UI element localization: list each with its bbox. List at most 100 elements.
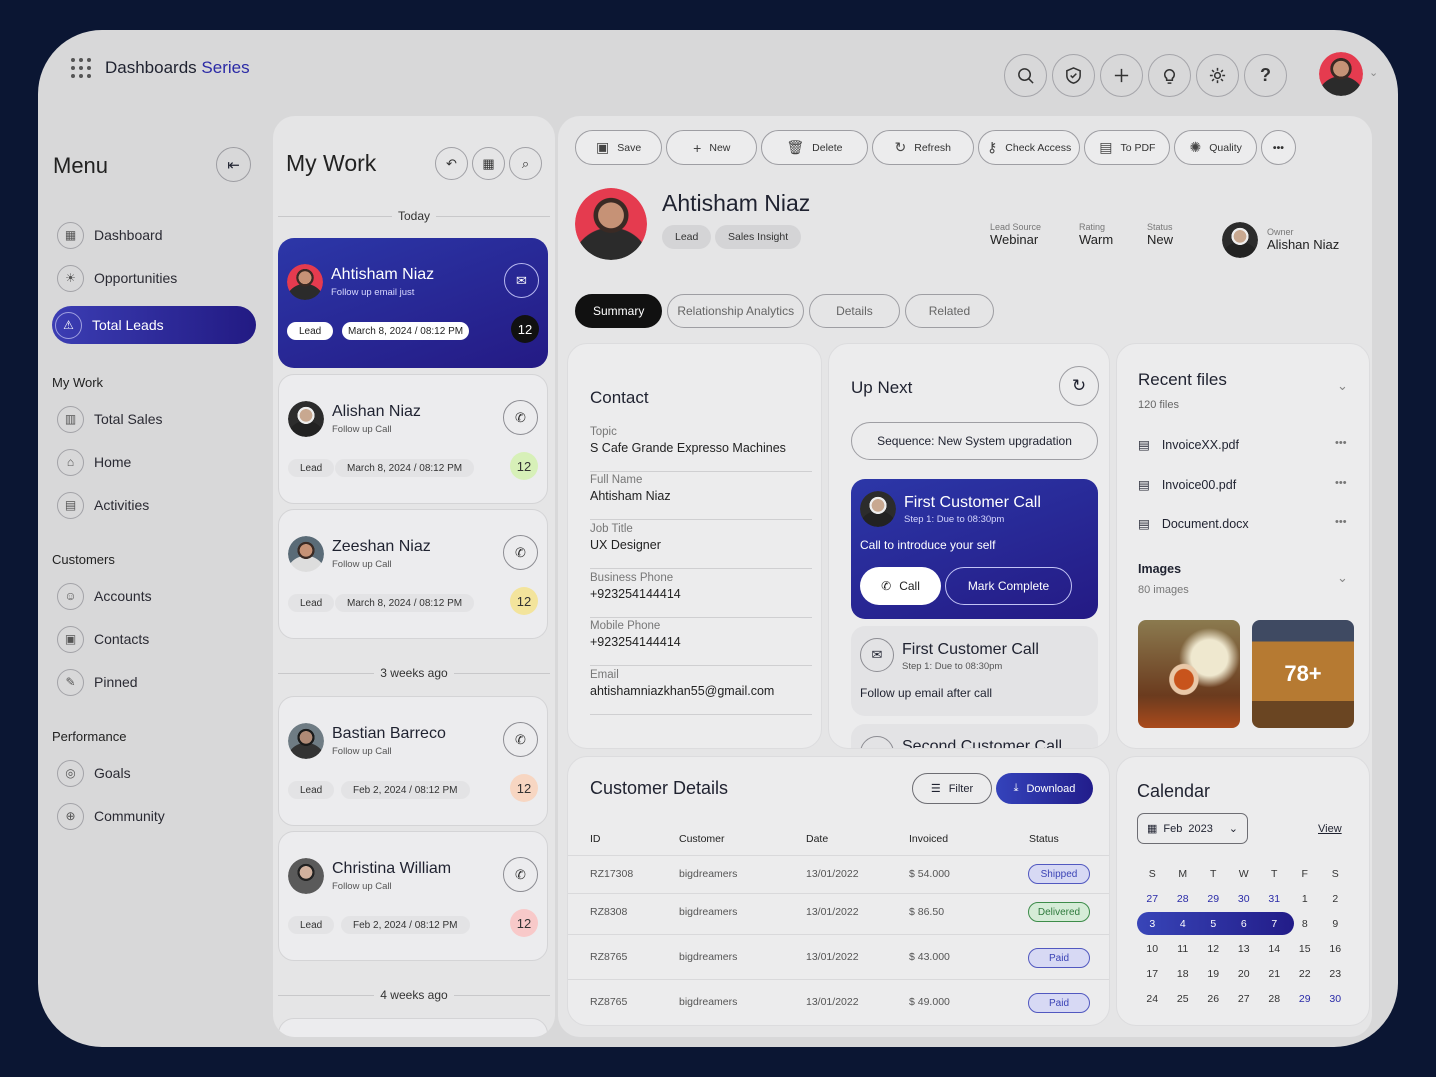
week-row: 27 28 29 30 31 1 2 (1146, 892, 1339, 905)
apps-grid-icon[interactable] (71, 58, 91, 78)
menu-item-home[interactable]: ⌂ Home (54, 444, 254, 480)
image-thumbnail-more[interactable]: 78+ (1252, 620, 1354, 728)
search-icon[interactable]: ⌕ (509, 147, 542, 180)
bulb-icon[interactable] (1148, 54, 1191, 97)
task-title: First Customer Call (902, 641, 1039, 658)
group-label-3-weeks: 3 weeks ago (273, 666, 555, 680)
my-work-actions: ↶ ▦ ⌕ (435, 147, 542, 180)
task-desc: Follow up email after call (860, 686, 993, 700)
menu-section-customers: Customers (52, 552, 115, 567)
filter-button[interactable]: ☰ Filter (912, 773, 992, 804)
menu-item-community[interactable]: ⊕ Community (54, 798, 254, 834)
lead-card-partial[interactable] (278, 1018, 548, 1037)
lead-date: March 8, 2024 / 08:12 PM (335, 459, 475, 477)
chevron-down-icon[interactable]: ⌄ (1369, 66, 1378, 79)
avatar (288, 401, 324, 437)
chart-icon: ▥ (57, 405, 84, 433)
new-button[interactable]: + New (666, 130, 758, 165)
lead-card[interactable]: Zeeshan Niaz Follow up Call ✆ Lead March… (278, 509, 548, 639)
month-select[interactable]: ▦ Feb 2023 ⌄ (1137, 813, 1248, 844)
menu-item-activities[interactable]: ▤ Activities (54, 487, 254, 523)
avatar (287, 264, 323, 300)
tab-relationship-analytics[interactable]: Relationship Analytics (667, 294, 805, 328)
mark-complete-button[interactable]: Mark Complete (945, 567, 1072, 605)
collapse-menu-button[interactable]: ⇤ (216, 147, 251, 182)
call-button[interactable]: ✆ Call (860, 567, 941, 605)
sequence-pill: Sequence: New System upgradation (851, 422, 1098, 460)
file-item[interactable]: ▤ InvoiceXX.pdf (1138, 437, 1239, 453)
up-next-task: ✉ First Customer Call Step 1: Due to 08:… (851, 626, 1098, 716)
help-icon[interactable]: ? (1244, 54, 1287, 97)
avatar (288, 536, 324, 572)
lead-card[interactable]: Alishan Niaz Follow up Call ✆ Lead March… (278, 374, 548, 504)
dashboard-frame: Dashboards Series ? ⌄ Menu ⇤ ▦ Dashboard … (38, 30, 1398, 1047)
gear-icon[interactable] (1196, 54, 1239, 97)
up-next-title: Up Next (851, 378, 913, 397)
phone-icon[interactable]: ✆ (503, 722, 538, 757)
phone-icon[interactable]: ✆ (503, 535, 538, 570)
shield-icon[interactable] (1052, 54, 1095, 97)
table-row[interactable]: RZ8765 bigdreamers 13/01/2022 $ 43.000 Paid (568, 934, 1109, 979)
more-icon[interactable]: ••• (1335, 516, 1347, 528)
to-pdf-button[interactable]: ▤ To PDF (1084, 130, 1171, 165)
menu-item-opportunities[interactable]: ☀ Opportunities (54, 260, 254, 296)
avatar (288, 858, 324, 894)
lead-name: Alishan Niaz (332, 403, 421, 420)
search-icon[interactable] (1004, 54, 1047, 97)
menu-section-my-work: My Work (52, 375, 104, 390)
plus-icon[interactable] (1100, 54, 1143, 97)
target-icon: ◎ (57, 759, 84, 787)
menu-item-contacts[interactable]: ▣ Contacts (54, 621, 254, 657)
check-access-button[interactable]: ⚷ Check Access (978, 130, 1081, 165)
refresh-icon[interactable]: ↻ (1059, 366, 1099, 406)
download-button[interactable]: ⤓ Download (996, 773, 1093, 804)
refresh-button[interactable]: ↻ Refresh (871, 130, 975, 165)
delete-button[interactable]: 🗑 Delete (761, 130, 868, 165)
table-row[interactable]: RZ8765 bigdreamers 13/01/2022 $ 49.000 Paid (568, 979, 1109, 1024)
pdf-icon: ▤ (1099, 139, 1113, 155)
mail-icon[interactable]: ✉ (504, 263, 539, 298)
files-title: Recent files (1138, 370, 1227, 389)
more-icon[interactable]: ••• (1335, 437, 1347, 449)
user-avatar[interactable] (1319, 52, 1363, 96)
lead-card[interactable]: Bastian Barreco Follow up Call ✆ Lead Fe… (278, 696, 548, 826)
tab-details[interactable]: Details (809, 294, 900, 328)
chevron-down-icon[interactable]: ⌄ (1337, 378, 1348, 394)
recent-files-card: Recent files 120 files ⌄ ▤ InvoiceXX.pdf … (1116, 343, 1370, 749)
table-row[interactable]: RZ8308 bigdreamers 13/01/2022 $ 86.50 Deliv… (568, 893, 1109, 933)
more-button[interactable]: ••• (1260, 130, 1296, 165)
view-link[interactable]: View (1318, 823, 1342, 835)
phone-icon[interactable]: ✆ (503, 857, 538, 892)
lead-card[interactable]: Christina William Follow up Call ✆ Lead … (278, 831, 548, 961)
phone-icon[interactable]: ✆ (503, 400, 538, 435)
menu-item-dashboard[interactable]: ▦ Dashboard (54, 217, 254, 253)
pin-icon: ✎ (57, 668, 84, 696)
tab-related[interactable]: Related (904, 294, 995, 328)
menu-item-pinned[interactable]: ✎ Pinned (54, 664, 254, 700)
lead-sub: Follow up Call (332, 746, 392, 757)
menu-item-total-sales[interactable]: ▥ Total Sales (54, 401, 254, 437)
contacts-icon: ▣ (57, 625, 84, 653)
table-row[interactable]: RZ17308 bigdreamers 13/01/2022 $ 54.000 Shi… (568, 855, 1109, 895)
up-next-task: ✆ Second Customer Call (851, 724, 1098, 748)
menu-item-goals[interactable]: ◎ Goals (54, 755, 254, 791)
undo-icon[interactable]: ↶ (435, 147, 468, 180)
tab-summary[interactable]: Summary (575, 294, 663, 328)
quality-button[interactable]: ✺ Quality (1174, 130, 1257, 165)
lead-card-active[interactable]: Ahtisham Niaz Follow up email just ✉ Lea… (278, 238, 548, 368)
calendar-icon[interactable]: ▦ (472, 147, 505, 180)
task-step: Step 1: Due to 08:30pm (902, 661, 1003, 672)
chevron-down-icon[interactable]: ⌄ (1337, 570, 1348, 586)
more-icon[interactable]: ••• (1335, 477, 1347, 489)
save-button[interactable]: ▣ Save (575, 130, 663, 165)
image-thumbnail-bird[interactable] (1138, 620, 1240, 728)
file-icon: ▤ (1138, 478, 1150, 492)
weekday-row: SMTWTFS (1148, 867, 1339, 880)
bulb-icon: ☀ (57, 264, 84, 292)
contact-title: Contact (590, 388, 649, 407)
menu-item-total-leads[interactable]: ⚠ Total Leads (52, 306, 256, 344)
up-next-active-task: First Customer Call Step 1: Due to 08:30… (851, 479, 1098, 619)
menu-item-accounts[interactable]: ☺ Accounts (54, 578, 254, 614)
file-item[interactable]: ▤ Document.docx (1138, 516, 1249, 532)
file-item[interactable]: ▤ Invoice00.pdf (1138, 477, 1236, 493)
